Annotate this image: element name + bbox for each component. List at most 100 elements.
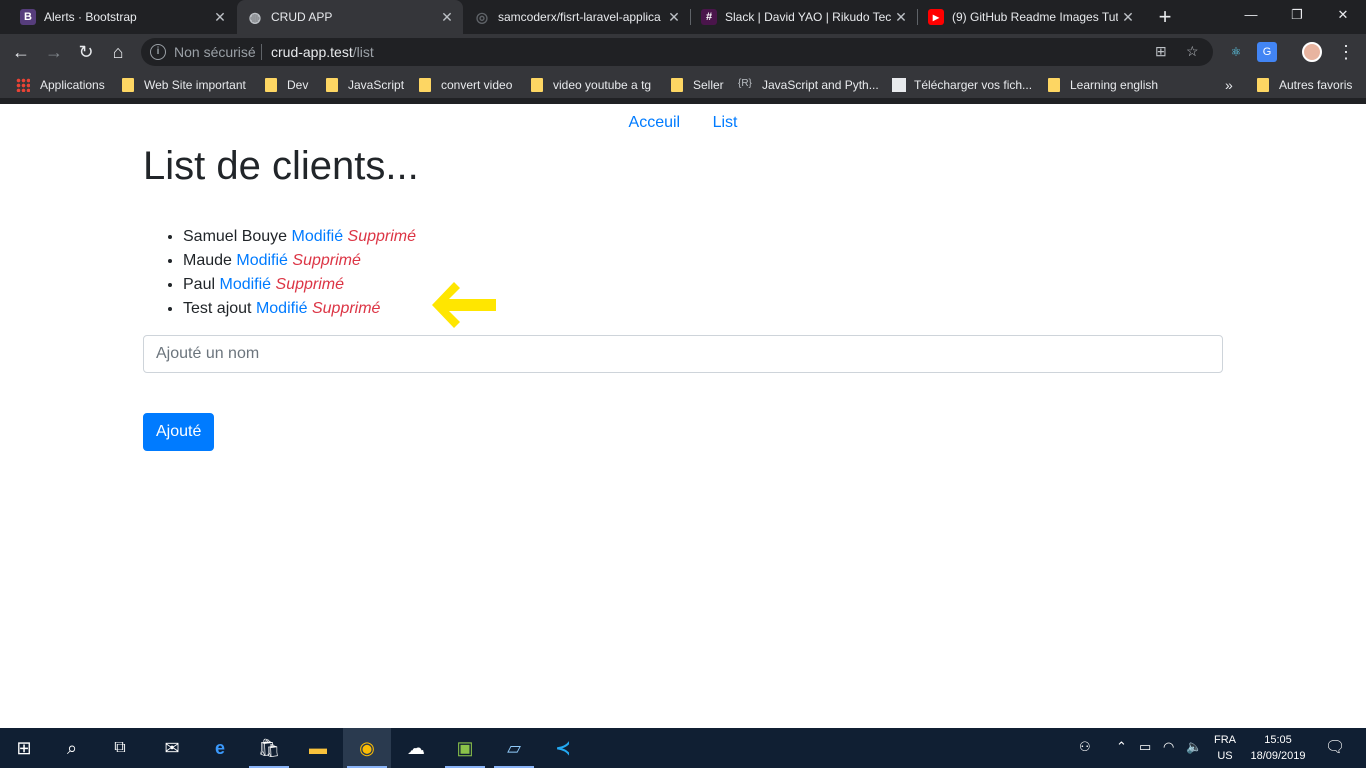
bookmark-label: Télécharger vos fich... <box>914 78 1033 92</box>
profile-avatar[interactable] <box>1302 42 1322 62</box>
bookmark-web-site-important[interactable]: Web Site important <box>122 76 246 94</box>
add-button[interactable]: Ajouté <box>143 413 215 451</box>
bookmark-convert-video[interactable]: convert video <box>419 76 512 94</box>
soundcloud-icon[interactable]: ☁ <box>392 728 440 768</box>
bookmarks-overflow-button[interactable]: » <box>1225 76 1233 94</box>
delete-link[interactable]: Supprimé <box>276 276 344 293</box>
search-icon[interactable]: ⌕ <box>48 728 96 768</box>
close-tab-icon[interactable]: ✕ <box>1118 9 1138 26</box>
nav-link-list[interactable]: List <box>713 114 738 131</box>
page-title: List de clients... <box>143 144 419 188</box>
bookmark-seller[interactable]: Seller <box>671 76 724 94</box>
close-tab-icon[interactable]: ✕ <box>210 9 230 26</box>
bookmark-javascript[interactable]: JavaScript <box>326 76 404 94</box>
language-indicator[interactable]: FRA US <box>1213 732 1237 764</box>
bookmark-label: JavaScript <box>348 78 405 92</box>
list-item: Maude Modifié Supprimé <box>183 249 416 273</box>
nav-link-home[interactable]: Acceuil <box>629 114 681 131</box>
bookmark-learning-english[interactable]: Learning english <box>1048 76 1158 94</box>
store-icon[interactable]: 🛍 <box>245 728 293 768</box>
address-divider <box>261 44 262 60</box>
home-icon[interactable]: ⌂ <box>105 39 131 65</box>
close-window-icon[interactable]: ✕ <box>1320 0 1366 30</box>
page-content: Acceuil List List de clients... Samuel B… <box>0 104 1366 728</box>
browser-chrome: B Alerts · Bootstrap ✕ ◍ CRUD APP ✕ ◎ sa… <box>0 0 1366 104</box>
tab-title: Alerts · Bootstrap <box>44 10 137 24</box>
google-translate-icon[interactable]: G <box>1257 42 1277 62</box>
task-view-icon[interactable]: ⧉ <box>96 728 144 768</box>
bookmark-label: Applications <box>40 78 105 92</box>
restore-icon[interactable]: ❐ <box>1274 0 1320 30</box>
menu-icon[interactable]: ⋮ <box>1333 39 1359 65</box>
folder-icon <box>265 78 277 92</box>
windows-start-icon[interactable]: ⊞ <box>0 728 48 768</box>
minimize-icon[interactable]: — <box>1228 0 1274 30</box>
client-name: Samuel Bouye <box>183 228 288 245</box>
close-tab-icon[interactable]: ✕ <box>891 9 911 26</box>
tab-github[interactable]: ◎ samcoderx/fisrt-laravel-applica ✕ <box>464 0 690 34</box>
tab-alerts-bootstrap[interactable]: B Alerts · Bootstrap ✕ <box>10 0 236 34</box>
url-path: /list <box>352 44 374 60</box>
bookmark-label: JavaScript and Pyth... <box>762 78 879 92</box>
tab-crud-app[interactable]: ◍ CRUD APP ✕ <box>237 0 463 34</box>
mail-icon[interactable]: ✉ <box>148 728 196 768</box>
url-host: crud-app.test <box>271 44 353 60</box>
bookmark-javascript-python[interactable]: {R} JavaScript and Pyth... <box>738 76 879 94</box>
close-tab-icon[interactable]: ✕ <box>437 9 457 26</box>
folder-icon <box>1048 78 1060 92</box>
client-name: Test ajout <box>183 300 252 317</box>
delete-link[interactable]: Supprimé <box>348 228 416 245</box>
folder-icon <box>419 78 431 92</box>
address-bar[interactable]: i Non sécurisé crud-app.test/list ⊞ ☆ <box>141 38 1213 66</box>
tab-slack[interactable]: # Slack | David YAO | Rikudo Tech ✕ <box>691 0 917 34</box>
clock-time: 15:05 <box>1264 734 1292 746</box>
star-icon[interactable]: ☆ <box>1186 43 1199 60</box>
translate-icon[interactable]: ⊞ <box>1155 43 1167 60</box>
bookmark-applications[interactable]: Applications <box>16 76 105 94</box>
notepad-icon[interactable]: ▱ <box>490 728 538 768</box>
react-devtools-icon[interactable]: ⚛ <box>1226 42 1246 62</box>
close-tab-icon[interactable]: ✕ <box>664 9 684 26</box>
bookmark-label: Seller <box>693 78 724 92</box>
edit-link[interactable]: Modifié <box>236 252 288 269</box>
annotation-arrow-icon <box>432 282 496 328</box>
bookmark-label: convert video <box>441 78 513 92</box>
name-input[interactable] <box>143 335 1223 373</box>
bookmark-video-youtube[interactable]: video youtube a tg <box>531 76 651 94</box>
other-bookmarks[interactable]: Autres favoris <box>1257 76 1352 94</box>
back-icon[interactable]: ← <box>8 39 34 65</box>
edit-link[interactable]: Modifié <box>219 276 271 293</box>
info-icon[interactable]: i <box>150 44 166 60</box>
volume-icon[interactable]: 🔈 <box>1186 739 1202 755</box>
clock[interactable]: 15:05 18/09/2019 <box>1247 732 1309 764</box>
new-tab-button[interactable]: + <box>1154 4 1176 30</box>
forward-icon[interactable]: → <box>41 39 67 65</box>
wifi-icon[interactable]: ◠ <box>1163 739 1174 755</box>
notification-icon[interactable]: 🗨 <box>1325 737 1345 757</box>
battery-icon[interactable]: ▭ <box>1139 739 1151 755</box>
bookmark-label: video youtube a tg <box>553 78 652 92</box>
edit-link[interactable]: Modifié <box>292 228 344 245</box>
tab-strip: B Alerts · Bootstrap ✕ ◍ CRUD APP ✕ ◎ sa… <box>0 0 1366 34</box>
people-icon[interactable]: ⚇ <box>1079 739 1091 755</box>
edit-link[interactable]: Modifié <box>256 300 308 317</box>
bookmark-telecharger[interactable]: Télécharger vos fich... <box>892 76 1032 94</box>
taskbar: ⊞ ⌕ ⧉ ✉ e 🛍 ▬ ◉ ☁ ▣ ▱ ≺ ⚇ ⌃ ▭ ◠ 🔈 FRA US … <box>0 728 1366 768</box>
folder-icon <box>1257 78 1269 92</box>
delete-link[interactable]: Supprimé <box>312 300 380 317</box>
bookmark-dev[interactable]: Dev <box>265 76 308 94</box>
list-item: Paul Modifié Supprimé <box>183 273 416 297</box>
folder-icon <box>326 78 338 92</box>
delete-link[interactable]: Supprimé <box>292 252 360 269</box>
terminal-icon[interactable]: ▣ <box>441 728 489 768</box>
chrome-icon[interactable]: ◉ <box>343 728 391 768</box>
edge-icon[interactable]: e <box>196 728 244 768</box>
chevron-up-icon[interactable]: ⌃ <box>1116 739 1127 755</box>
security-label[interactable]: Non sécurisé <box>174 44 256 60</box>
vscode-icon[interactable]: ≺ <box>539 728 587 768</box>
tab-youtube[interactable]: ▶ (9) GitHub Readme Images Tut ✕ <box>918 0 1144 34</box>
file-explorer-icon[interactable]: ▬ <box>294 728 342 768</box>
url-text[interactable]: crud-app.test/list <box>271 44 374 60</box>
tab-title: Slack | David YAO | Rikudo Tech <box>725 10 891 24</box>
reload-icon[interactable]: ↻ <box>73 39 99 65</box>
